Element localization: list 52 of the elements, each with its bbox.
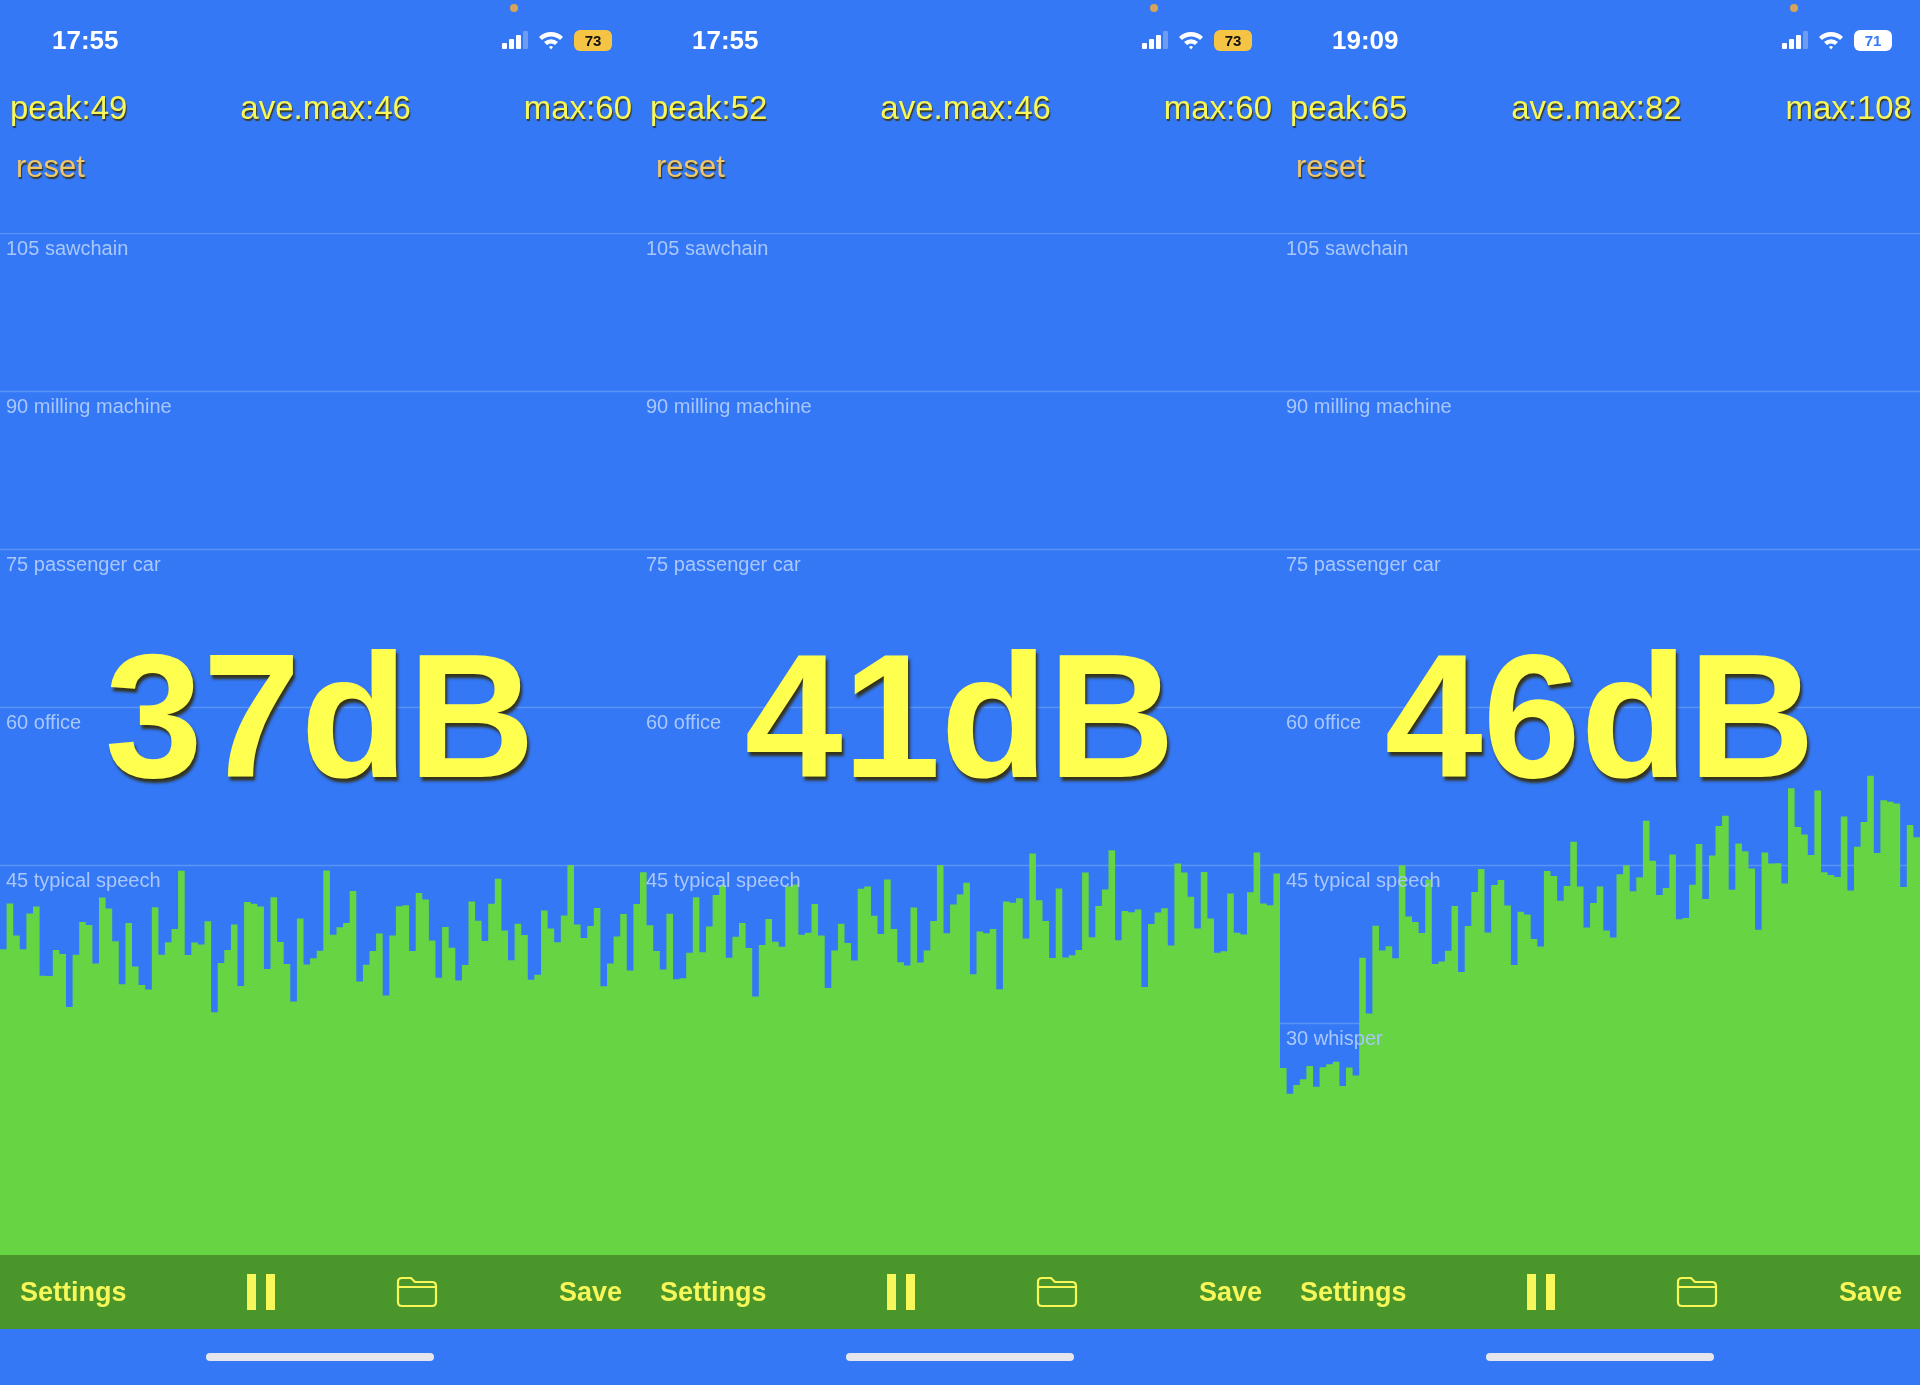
pause-icon[interactable] [1527,1274,1556,1310]
scale-label: 105 sawchain [646,237,769,260]
average-max-value: ave.max:46 [880,89,1051,127]
battery-indicator: 71 [1854,29,1892,51]
settings-button[interactable]: Settings [1300,1276,1407,1308]
folder-icon[interactable] [396,1276,439,1308]
scale-label: 90 milling machine [646,395,812,418]
average-max-value: ave.max:46 [240,89,411,127]
scale-label: 60 office [6,711,82,734]
reset-button[interactable]: reset [654,149,727,185]
wifi-icon [1818,30,1844,50]
peak-value: peak:65 [1290,89,1408,127]
scale-label: 60 office [1286,711,1362,734]
battery-indicator: 73 [574,29,612,51]
decibel-reading: 46dB [1384,628,1816,804]
scale-label: 75 passenger car [6,553,161,576]
folder-icon[interactable] [1676,1276,1719,1308]
max-value: max:60 [523,89,632,127]
reset-button[interactable]: reset [1294,149,1367,185]
max-value: max:60 [1163,89,1272,127]
scale-label: 75 passenger car [1286,553,1441,576]
pause-icon[interactable] [887,1274,916,1310]
wifi-icon [1178,30,1204,50]
decibel-reading: 37dB [104,628,536,804]
scale-label: 45 typical speech [6,869,161,892]
wifi-icon [538,30,564,50]
signal-icon [1142,31,1168,49]
status-time: 19:09 [1332,24,1399,56]
save-button[interactable]: Save [1838,1276,1902,1308]
folder-icon[interactable] [1036,1276,1079,1308]
decibel-reading: 41dB [744,628,1176,804]
signal-icon [502,31,528,49]
status-time: 17:55 [692,24,759,56]
status-time: 17:55 [52,24,119,56]
save-button[interactable]: Save [1198,1276,1262,1308]
peak-value: peak:52 [650,89,768,127]
signal-icon [1782,31,1808,49]
scale-label: 105 sawchain [1286,237,1409,260]
save-button[interactable]: Save [558,1276,622,1308]
scale-label: 75 passenger car [646,553,801,576]
settings-button[interactable]: Settings [20,1276,127,1308]
reset-button[interactable]: reset [14,149,87,185]
settings-button[interactable]: Settings [660,1276,767,1308]
scale-label: 90 milling machine [6,395,172,418]
pause-icon[interactable] [247,1274,276,1310]
average-max-value: ave.max:82 [1511,89,1682,127]
peak-value: peak:49 [10,89,128,127]
battery-indicator: 73 [1214,29,1252,51]
scale-label: 105 sawchain [6,237,129,260]
scale-label: 90 milling machine [1286,395,1452,418]
max-value: max:108 [1785,89,1912,127]
scale-label: 60 office [646,711,722,734]
